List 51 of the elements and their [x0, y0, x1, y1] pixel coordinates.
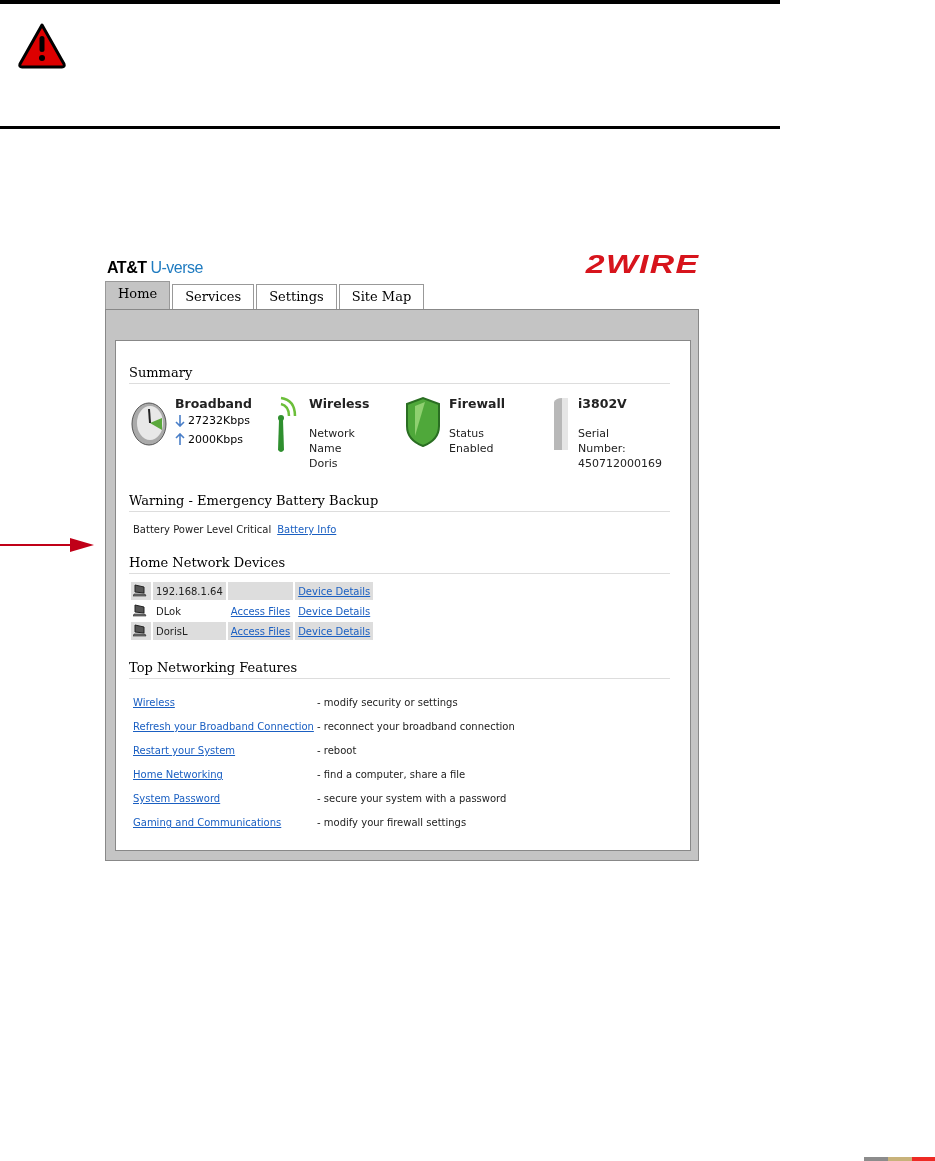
- feature-link[interactable]: System Password: [133, 793, 221, 804]
- upload-arrow-icon: [175, 433, 185, 446]
- summary-detail: 450712000169: [578, 456, 662, 471]
- tab[interactable]: Services: [172, 284, 255, 309]
- summary-detail: Number:: [578, 441, 627, 456]
- warning-icon: [17, 22, 67, 70]
- device-details-link[interactable]: Device Details: [298, 605, 371, 617]
- color-bar: [864, 1157, 935, 1161]
- brand-logo: 2WIRE: [585, 251, 699, 277]
- antenna-icon: [276, 396, 297, 454]
- device-name: DorisL: [153, 622, 226, 640]
- speed-value: 2000Kbps: [188, 432, 243, 448]
- feature-description: - modify security or settings: [317, 697, 459, 708]
- brand-logo: AT&T U-verse: [107, 259, 203, 277]
- section-heading: Top Networking Features: [129, 660, 670, 679]
- computer-icon: [133, 583, 147, 597]
- feature-link[interactable]: Wireless: [133, 697, 175, 708]
- feature-description: - modify your firewall settings: [317, 817, 468, 828]
- summary-title: Firewall: [449, 396, 506, 411]
- tab[interactable]: Home: [105, 281, 171, 309]
- feature-description: - secure your system with a password: [317, 793, 508, 804]
- summary-detail: Serial: [578, 426, 611, 441]
- battery-info-link[interactable]: Battery Info: [277, 524, 337, 535]
- section-heading: Warning - Emergency Battery Backup: [129, 493, 670, 512]
- feature-description: - find a computer, share a file: [317, 769, 467, 780]
- warning-text: Battery Power Level Critical: [133, 524, 272, 535]
- feature-description: - reboot: [317, 745, 358, 756]
- feature-link[interactable]: Home Networking: [133, 769, 223, 780]
- section-heading: Summary: [129, 365, 670, 384]
- computer-icon: [133, 603, 147, 617]
- summary-detail: Enabled: [449, 441, 495, 456]
- summary-detail: Network: [309, 426, 356, 441]
- summary-title: i3802V: [578, 396, 628, 411]
- device-name: 192.168.1.64: [153, 582, 226, 600]
- summary-detail: Doris: [309, 456, 339, 471]
- access-files-link[interactable]: Access Files: [230, 605, 291, 617]
- summary-title: Broadband: [175, 396, 252, 411]
- summary-detail: Status: [449, 426, 486, 441]
- tab[interactable]: Site Map: [338, 284, 425, 309]
- download-arrow-icon: [175, 414, 185, 427]
- summary-detail: Name: [309, 441, 343, 456]
- speed-value: 27232Kbps: [188, 413, 250, 429]
- feature-link[interactable]: Gaming and Communications: [133, 817, 282, 828]
- feature-description: - reconnect your broadband connection: [317, 721, 516, 732]
- computer-icon: [133, 623, 147, 637]
- feature-link[interactable]: Refresh your Broadband Connection: [133, 721, 314, 732]
- tab[interactable]: Settings: [256, 284, 337, 309]
- section-heading: Home Network Devices: [129, 555, 670, 574]
- feature-link[interactable]: Restart your System: [133, 745, 236, 756]
- summary-title: Wireless: [309, 396, 370, 411]
- device-name: DLok: [155, 604, 182, 619]
